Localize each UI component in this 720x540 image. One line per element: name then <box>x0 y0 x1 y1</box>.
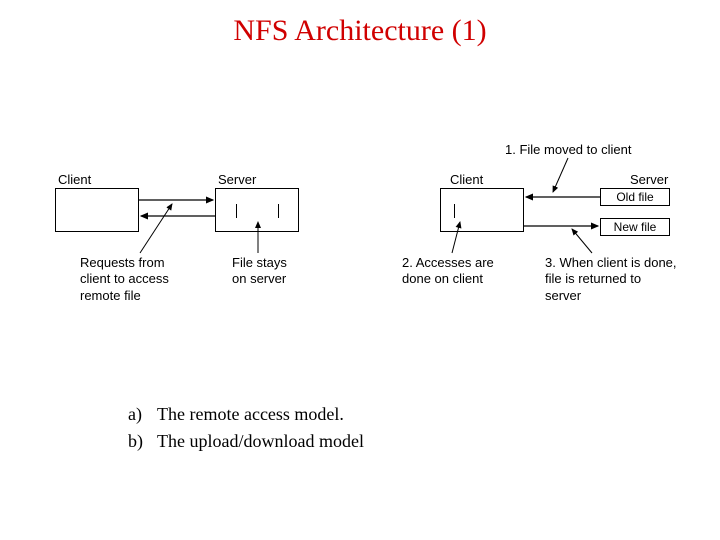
annotation-file-moved: 1. File moved to client <box>505 142 631 158</box>
label-right-server: Server <box>630 172 668 188</box>
annotation-returned: 3. When client is done, file is returned… <box>545 255 677 304</box>
slide-title: NFS Architecture (1) <box>0 14 720 48</box>
label-left-client: Client <box>58 172 91 188</box>
label-left-server: Server <box>218 172 256 188</box>
left-client-box <box>55 188 139 232</box>
right-client-file-tick <box>454 204 455 218</box>
footer-item-a-text: The remote access model. <box>151 402 370 427</box>
annotation-file-stays: File stays on server <box>232 255 287 288</box>
footer-list: a) The remote access model. b) The uploa… <box>120 400 372 456</box>
new-file-box: New file <box>600 218 670 236</box>
footer-item-b-marker: b) <box>122 429 149 454</box>
left-server-box <box>215 188 299 232</box>
left-server-file-tick-1 <box>236 204 237 218</box>
footer-item-b: b) The upload/download model <box>122 429 370 454</box>
annotation-accesses: 2. Accesses are done on client <box>402 255 494 288</box>
footer-item-a-marker: a) <box>122 402 149 427</box>
left-server-file-tick-2 <box>278 204 279 218</box>
right-client-box <box>440 188 524 232</box>
label-right-client: Client <box>450 172 483 188</box>
footer-item-a: a) The remote access model. <box>122 402 370 427</box>
annotation-requests: Requests from client to access remote fi… <box>80 255 169 304</box>
old-file-box: Old file <box>600 188 670 206</box>
footer-item-b-text: The upload/download model <box>151 429 370 454</box>
